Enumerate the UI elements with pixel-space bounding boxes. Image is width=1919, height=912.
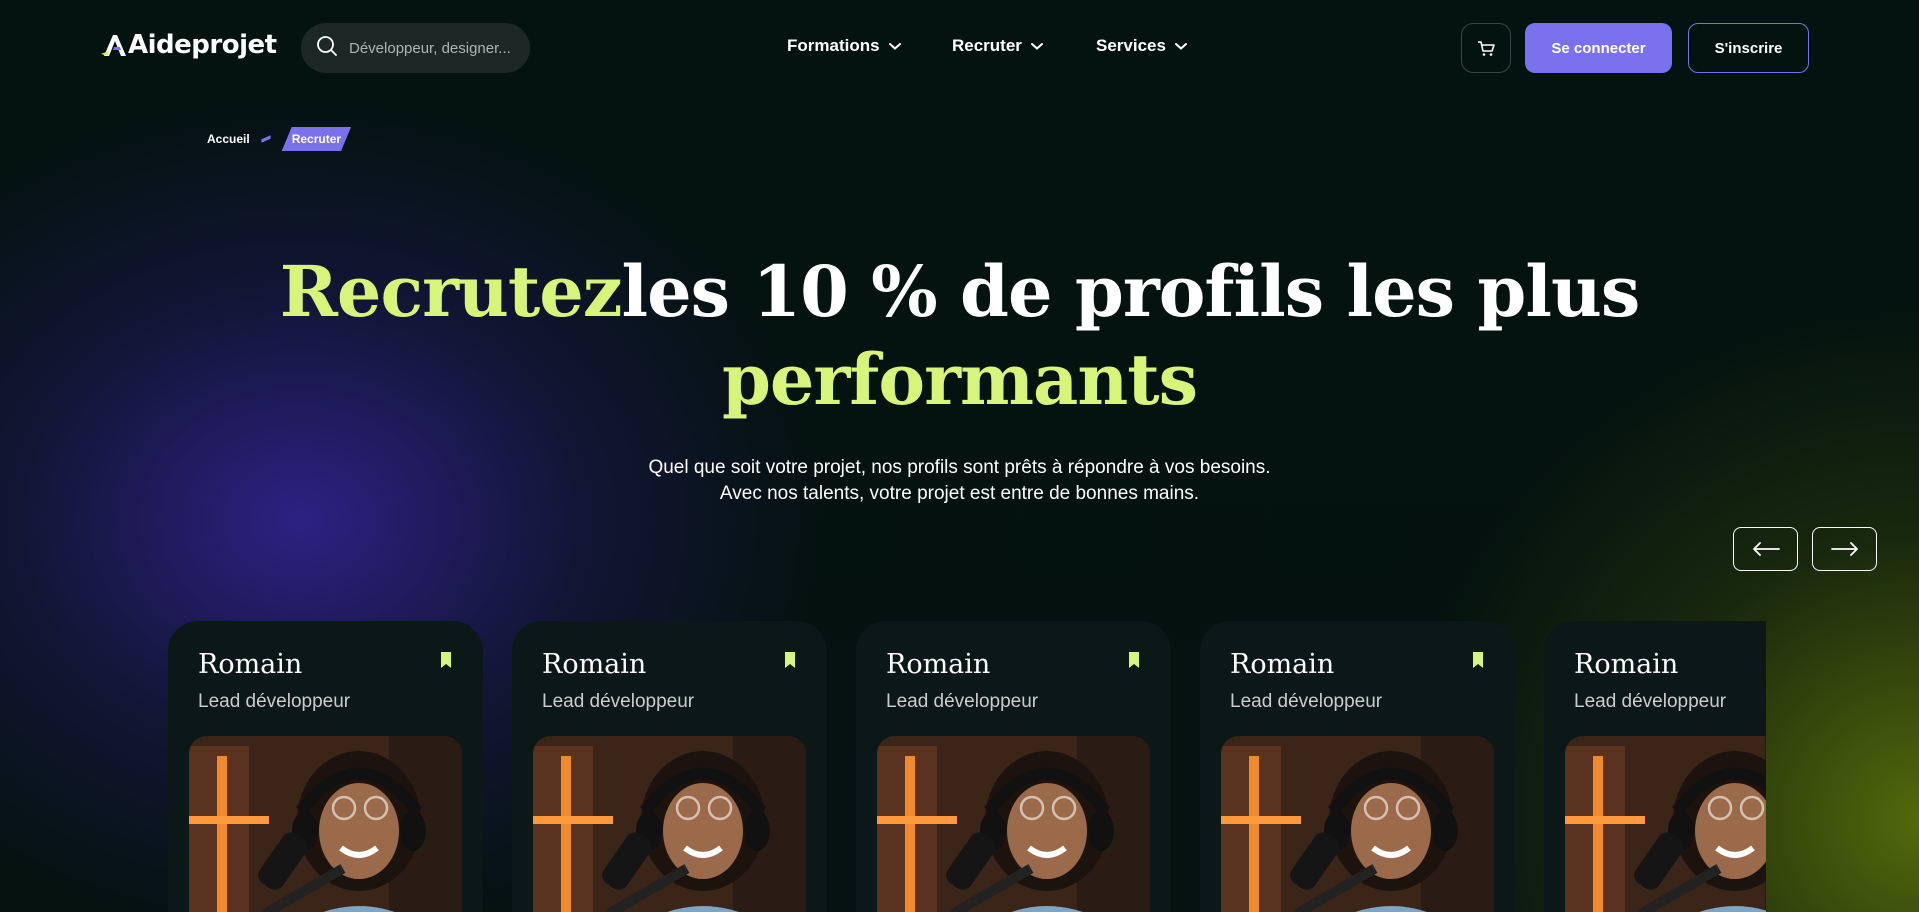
breadcrumb-home[interactable]: Accueil [207, 132, 250, 146]
profile-name: Romain [198, 649, 303, 680]
signup-button[interactable]: S'inscrire [1688, 23, 1809, 73]
profile-photo [1565, 736, 1766, 912]
carousel-prev-button[interactable] [1733, 527, 1798, 571]
portrait-image [877, 736, 1150, 912]
logo-text: Aideprojet [128, 30, 277, 60]
hero-subtitle-line-2: Avec nos talents, votre projet est entre… [719, 483, 1200, 504]
profile-name: Romain [1230, 649, 1335, 680]
arrow-left-icon [1752, 542, 1780, 556]
hero-title-main: les 10 % de profils les plus [621, 250, 1640, 333]
logo[interactable]: Aideprojet [100, 28, 277, 62]
cart-icon [1478, 41, 1495, 56]
portrait-image [533, 736, 806, 912]
chevron-down-icon [1174, 43, 1187, 50]
cart-button[interactable] [1461, 23, 1511, 73]
profile-name: Romain [542, 649, 647, 680]
nav-label: Recruter [952, 36, 1022, 55]
nav-label: Formations [787, 36, 880, 55]
carousel-next-button[interactable] [1812, 527, 1877, 571]
hero-subtitle: Quel que soit votre projet, nos profils … [0, 455, 1919, 507]
profile-name: Romain [886, 649, 991, 680]
portrait-image [1565, 736, 1766, 912]
profile-card[interactable]: Romain Lead développeur [856, 621, 1171, 912]
profile-role: Lead développeur [1574, 691, 1727, 712]
search-input[interactable] [349, 39, 519, 57]
profile-name: Romain [1574, 649, 1679, 680]
site-header: Aideprojet Formations Recruter Services … [0, 0, 1919, 96]
breadcrumb: Accueil Recruter [207, 126, 351, 152]
search-box[interactable] [301, 23, 530, 73]
profile-role: Lead développeur [886, 691, 1039, 712]
nav-recruter[interactable]: Recruter [952, 36, 1044, 56]
chevron-down-icon [1030, 43, 1043, 50]
login-button[interactable]: Se connecter [1525, 23, 1672, 73]
breadcrumb-current: Recruter [282, 127, 351, 151]
logo-icon [100, 30, 130, 60]
bookmark-icon[interactable] [783, 651, 797, 669]
portrait-image [189, 736, 462, 912]
bookmark-icon[interactable] [1127, 651, 1141, 669]
bookmark-icon[interactable] [1471, 651, 1485, 669]
bookmark-icon[interactable] [439, 651, 453, 669]
search-icon [315, 34, 339, 63]
profile-photo [877, 736, 1150, 912]
hero-title: Recrutezles 10 % de profils les plus per… [0, 248, 1919, 424]
arrow-right-icon [1830, 542, 1858, 556]
profile-card[interactable]: Romain Lead développeur [512, 621, 827, 912]
chevron-down-icon [888, 43, 901, 50]
nav-services[interactable]: Services [1096, 36, 1188, 56]
profile-role: Lead développeur [542, 691, 695, 712]
profile-photo [189, 736, 462, 912]
breadcrumb-separator [261, 135, 271, 143]
profile-card[interactable]: Romain Lead développeur [1544, 621, 1766, 912]
nav-formations[interactable]: Formations [787, 36, 902, 56]
profile-photo [1221, 736, 1494, 912]
profile-role: Lead développeur [198, 691, 351, 712]
profile-card[interactable]: Romain Lead développeur [168, 621, 483, 912]
portrait-image [1221, 736, 1494, 912]
hero-subtitle-line-1: Quel que soit votre projet, nos profils … [648, 457, 1271, 478]
nav-label: Services [1096, 36, 1166, 55]
hero-title-accent-2: performants [721, 338, 1198, 421]
profile-carousel: Romain Lead développeur Romain Lead déve… [168, 621, 1766, 912]
profile-role: Lead développeur [1230, 691, 1383, 712]
profile-photo [533, 736, 806, 912]
profile-card[interactable]: Romain Lead développeur [1200, 621, 1515, 912]
hero-title-accent: Recrutez [279, 250, 623, 333]
